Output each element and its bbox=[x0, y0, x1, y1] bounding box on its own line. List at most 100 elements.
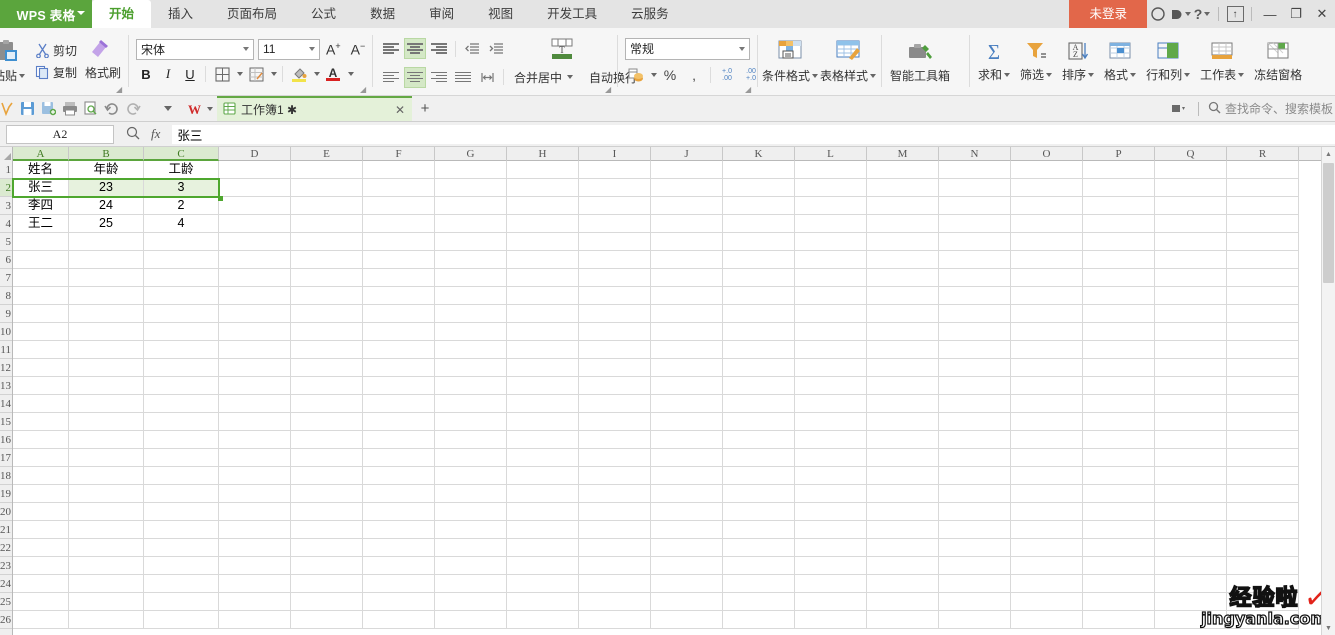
cell-R21[interactable] bbox=[1227, 521, 1299, 539]
cell-L17[interactable] bbox=[795, 449, 867, 467]
cell-G19[interactable] bbox=[435, 485, 507, 503]
cell-O7[interactable] bbox=[1011, 269, 1083, 287]
cell-H22[interactable] bbox=[507, 539, 579, 557]
cell-C22[interactable] bbox=[144, 539, 219, 557]
cell-E16[interactable] bbox=[291, 431, 363, 449]
chevron-down-icon[interactable] bbox=[77, 11, 85, 15]
cell-H13[interactable] bbox=[507, 377, 579, 395]
cell-A15[interactable] bbox=[13, 413, 69, 431]
chevron-down-icon[interactable] bbox=[812, 73, 819, 78]
copy-button[interactable]: 复制 bbox=[32, 63, 80, 82]
paste-button[interactable]: 粘贴 bbox=[0, 37, 30, 86]
cell-B6[interactable] bbox=[69, 251, 144, 269]
cell-N25[interactable] bbox=[939, 593, 1011, 611]
cell-C16[interactable] bbox=[144, 431, 219, 449]
cell-R22[interactable] bbox=[1227, 539, 1299, 557]
bold-button[interactable]: B bbox=[136, 64, 156, 84]
cell-G20[interactable] bbox=[435, 503, 507, 521]
cell-F16[interactable] bbox=[363, 431, 435, 449]
print-icon[interactable] bbox=[59, 98, 80, 120]
cell-J14[interactable] bbox=[651, 395, 723, 413]
print-preview-icon[interactable] bbox=[80, 98, 101, 120]
cell-L14[interactable] bbox=[795, 395, 867, 413]
cell-Q14[interactable] bbox=[1155, 395, 1227, 413]
align-center-icon[interactable] bbox=[404, 66, 426, 88]
cell-I16[interactable] bbox=[579, 431, 651, 449]
cell-R9[interactable] bbox=[1227, 305, 1299, 323]
cell-P21[interactable] bbox=[1083, 521, 1155, 539]
row-header-20[interactable]: 20 bbox=[0, 503, 12, 521]
cell-E2[interactable] bbox=[291, 179, 363, 197]
cell-I1[interactable] bbox=[579, 161, 651, 179]
cell-N20[interactable] bbox=[939, 503, 1011, 521]
chevron-down-icon[interactable] bbox=[1046, 72, 1053, 77]
column-header-g[interactable]: G bbox=[435, 147, 507, 161]
cell-M20[interactable] bbox=[867, 503, 939, 521]
cell-M6[interactable] bbox=[867, 251, 939, 269]
cell-A17[interactable] bbox=[13, 449, 69, 467]
cell-E7[interactable] bbox=[291, 269, 363, 287]
cell-O19[interactable] bbox=[1011, 485, 1083, 503]
cell-P2[interactable] bbox=[1083, 179, 1155, 197]
cell-Q18[interactable] bbox=[1155, 467, 1227, 485]
cell-D9[interactable] bbox=[219, 305, 291, 323]
cell-K23[interactable] bbox=[723, 557, 795, 575]
row-header-23[interactable]: 23 bbox=[0, 557, 12, 575]
cell-B11[interactable] bbox=[69, 341, 144, 359]
column-header-o[interactable]: O bbox=[1011, 147, 1083, 161]
cell-H4[interactable] bbox=[507, 215, 579, 233]
row-header-15[interactable]: 15 bbox=[0, 413, 12, 431]
cell-L24[interactable] bbox=[795, 575, 867, 593]
cell-C4[interactable]: 4 bbox=[144, 215, 219, 233]
cell-H24[interactable] bbox=[507, 575, 579, 593]
cell-D11[interactable] bbox=[219, 341, 291, 359]
cell-M5[interactable] bbox=[867, 233, 939, 251]
chevron-down-icon[interactable] bbox=[1184, 72, 1191, 77]
cell-L15[interactable] bbox=[795, 413, 867, 431]
cell-K22[interactable] bbox=[723, 539, 795, 557]
cell-M16[interactable] bbox=[867, 431, 939, 449]
cell-P20[interactable] bbox=[1083, 503, 1155, 521]
cell-P3[interactable] bbox=[1083, 197, 1155, 215]
cell-B14[interactable] bbox=[69, 395, 144, 413]
cell-R7[interactable] bbox=[1227, 269, 1299, 287]
cell-A13[interactable] bbox=[13, 377, 69, 395]
cell-Q13[interactable] bbox=[1155, 377, 1227, 395]
cell-A22[interactable] bbox=[13, 539, 69, 557]
cell-K8[interactable] bbox=[723, 287, 795, 305]
help-icon[interactable]: ? bbox=[1191, 0, 1213, 28]
cell-M19[interactable] bbox=[867, 485, 939, 503]
chevron-down-icon[interactable] bbox=[309, 47, 315, 51]
cell-P23[interactable] bbox=[1083, 557, 1155, 575]
chevron-down-icon[interactable] bbox=[271, 72, 277, 76]
cell-I5[interactable] bbox=[579, 233, 651, 251]
cell-Q9[interactable] bbox=[1155, 305, 1227, 323]
merge-center-icon[interactable]: T bbox=[547, 36, 577, 62]
chevron-down-icon[interactable] bbox=[1004, 72, 1011, 77]
close-button[interactable]: ✕ bbox=[1309, 0, 1335, 28]
cell-C23[interactable] bbox=[144, 557, 219, 575]
cell-G25[interactable] bbox=[435, 593, 507, 611]
cell-J13[interactable] bbox=[651, 377, 723, 395]
cell-G8[interactable] bbox=[435, 287, 507, 305]
cell-G21[interactable] bbox=[435, 521, 507, 539]
cell-G26[interactable] bbox=[435, 611, 507, 629]
cell-B15[interactable] bbox=[69, 413, 144, 431]
cell-A4[interactable]: 王二 bbox=[13, 215, 69, 233]
cell-D7[interactable] bbox=[219, 269, 291, 287]
cell-J21[interactable] bbox=[651, 521, 723, 539]
cell-C18[interactable] bbox=[144, 467, 219, 485]
cell-H8[interactable] bbox=[507, 287, 579, 305]
cell-M7[interactable] bbox=[867, 269, 939, 287]
cell-H11[interactable] bbox=[507, 341, 579, 359]
cell-H5[interactable] bbox=[507, 233, 579, 251]
cell-J10[interactable] bbox=[651, 323, 723, 341]
cell-N1[interactable] bbox=[939, 161, 1011, 179]
cell-F21[interactable] bbox=[363, 521, 435, 539]
insert-function-button[interactable]: fx bbox=[151, 126, 160, 142]
cell-H17[interactable] bbox=[507, 449, 579, 467]
cell-J18[interactable] bbox=[651, 467, 723, 485]
cell-H16[interactable] bbox=[507, 431, 579, 449]
cell-D1[interactable] bbox=[219, 161, 291, 179]
cell-N16[interactable] bbox=[939, 431, 1011, 449]
